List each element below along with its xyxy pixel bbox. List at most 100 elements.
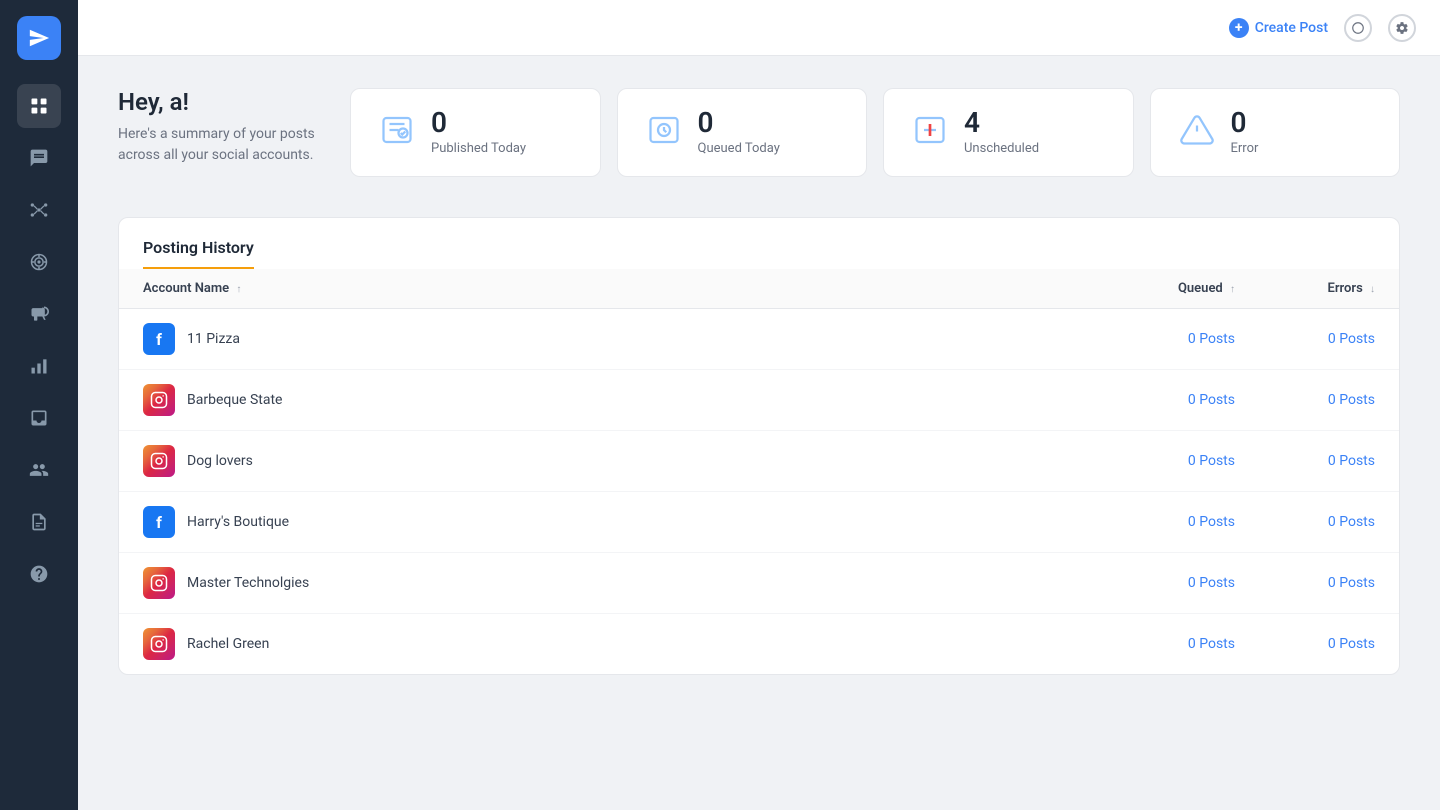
table-row: Barbeque State 0 Posts 0 Posts [119, 370, 1399, 431]
grid-icon [29, 96, 49, 116]
table-header: Account Name ↑ Queued ↑ Errors ↓ [119, 269, 1399, 309]
create-post-button[interactable]: + Create Post [1229, 18, 1328, 38]
errors-sort-arrow[interactable]: ↓ [1370, 284, 1375, 295]
account-cell: f Harry's Boutique [143, 506, 1095, 538]
published-icon [379, 112, 415, 153]
stat-card-queued: 0 Queued Today [617, 88, 868, 177]
stats-cards: 0 Published Today 0 Q [350, 88, 1400, 177]
queued-value: 0 Posts [1095, 453, 1235, 469]
instagram-icon [143, 384, 175, 416]
welcome-text: Hey, a! Here's a summary of your posts a… [118, 88, 318, 166]
instagram-icon [143, 445, 175, 477]
support-icon [29, 564, 49, 584]
team-icon [29, 460, 49, 480]
stat-info-queued: 0 Queued Today [698, 109, 780, 156]
stat-card-published: 0 Published Today [350, 88, 601, 177]
gear-icon [1395, 21, 1409, 35]
stat-info-unscheduled: 4 Unscheduled [964, 109, 1039, 156]
account-cell: Rachel Green [143, 628, 1095, 660]
greeting-description: Here's a summary of your posts across al… [118, 124, 318, 166]
chart-icon [29, 356, 49, 376]
target-icon [29, 252, 49, 272]
unscheduled-icon [912, 112, 948, 153]
col-queued: Queued ↑ [1095, 281, 1235, 296]
chat-icon [29, 148, 49, 168]
sidebar-item-messages[interactable] [17, 136, 61, 180]
sidebar-item-analytics[interactable] [17, 344, 61, 388]
queued-value: 0 Posts [1095, 575, 1235, 591]
errors-value: 0 Posts [1235, 392, 1375, 408]
create-post-label: Create Post [1255, 20, 1328, 36]
topbar: + Create Post [78, 0, 1440, 56]
sidebar-item-targeting[interactable] [17, 240, 61, 284]
settings-button[interactable] [1388, 14, 1416, 42]
instagram-icon [143, 628, 175, 660]
queued-value: 0 Posts [1095, 331, 1235, 347]
stat-card-error: 0 Error [1150, 88, 1401, 177]
account-cell: Master Technolgies [143, 567, 1095, 599]
errors-value: 0 Posts [1235, 575, 1375, 591]
circle-button[interactable] [1344, 14, 1372, 42]
queued-label: Queued Today [698, 141, 780, 156]
queued-icon [646, 112, 682, 153]
main-content: + Create Post Hey, a! Here's a summary o… [78, 0, 1440, 810]
hub-icon [29, 200, 49, 220]
page-content: Hey, a! Here's a summary of your posts a… [78, 56, 1440, 810]
circle-icon [1351, 21, 1365, 35]
errors-value: 0 Posts [1235, 636, 1375, 652]
account-name: Barbeque State [187, 392, 282, 408]
stat-card-unscheduled: 4 Unscheduled [883, 88, 1134, 177]
account-sort-arrow[interactable]: ↑ [236, 284, 241, 295]
reports-icon [29, 512, 49, 532]
sidebar-item-connections[interactable] [17, 188, 61, 232]
published-number: 0 [431, 109, 526, 137]
stat-info-published: 0 Published Today [431, 109, 526, 156]
posting-history-header: Posting History [143, 238, 254, 269]
queued-value: 0 Posts [1095, 392, 1235, 408]
account-name: 11 Pizza [187, 331, 240, 347]
sidebar-item-reports[interactable] [17, 500, 61, 544]
table-row: f Harry's Boutique 0 Posts 0 Posts [119, 492, 1399, 553]
sidebar-logo[interactable] [17, 16, 61, 60]
account-cell: Barbeque State [143, 384, 1095, 416]
sidebar-item-inbox[interactable] [17, 396, 61, 440]
table-row: Master Technolgies 0 Posts 0 Posts [119, 553, 1399, 614]
queued-value: 0 Posts [1095, 514, 1235, 530]
col-account-name: Account Name ↑ [143, 281, 1095, 296]
posting-history-title: Posting History [143, 238, 254, 267]
errors-value: 0 Posts [1235, 514, 1375, 530]
col-errors: Errors ↓ [1235, 281, 1375, 296]
account-name: Rachel Green [187, 636, 269, 652]
facebook-icon: f [143, 506, 175, 538]
error-icon [1179, 112, 1215, 153]
table-row: Rachel Green 0 Posts 0 Posts [119, 614, 1399, 674]
unscheduled-number: 4 [964, 109, 1039, 137]
welcome-section: Hey, a! Here's a summary of your posts a… [118, 88, 1400, 177]
posting-history-section: Posting History Account Name ↑ Queued ↑ … [118, 217, 1400, 675]
account-name: Master Technolgies [187, 575, 309, 591]
queued-number: 0 [698, 109, 780, 137]
sidebar-item-team[interactable] [17, 448, 61, 492]
errors-value: 0 Posts [1235, 453, 1375, 469]
unscheduled-label: Unscheduled [964, 141, 1039, 156]
queued-value: 0 Posts [1095, 636, 1235, 652]
table-row: f 11 Pizza 0 Posts 0 Posts [119, 309, 1399, 370]
inbox-icon [29, 408, 49, 428]
sidebar-item-dashboard[interactable] [17, 84, 61, 128]
account-name: Dog lovers [187, 453, 253, 469]
instagram-icon [143, 567, 175, 599]
sidebar [0, 0, 78, 810]
sidebar-item-support[interactable] [17, 552, 61, 596]
error-label: Error [1231, 141, 1259, 156]
errors-value: 0 Posts [1235, 331, 1375, 347]
table-row: Dog lovers 0 Posts 0 Posts [119, 431, 1399, 492]
sidebar-item-campaigns[interactable] [17, 292, 61, 336]
plus-circle-icon: + [1229, 18, 1249, 38]
greeting-heading: Hey, a! [118, 88, 318, 116]
stat-info-error: 0 Error [1231, 109, 1259, 156]
published-label: Published Today [431, 141, 526, 156]
account-name: Harry's Boutique [187, 514, 289, 530]
megaphone-icon [29, 304, 49, 324]
send-icon [28, 27, 50, 49]
table-body: f 11 Pizza 0 Posts 0 Posts Barbeque Stat… [119, 309, 1399, 674]
